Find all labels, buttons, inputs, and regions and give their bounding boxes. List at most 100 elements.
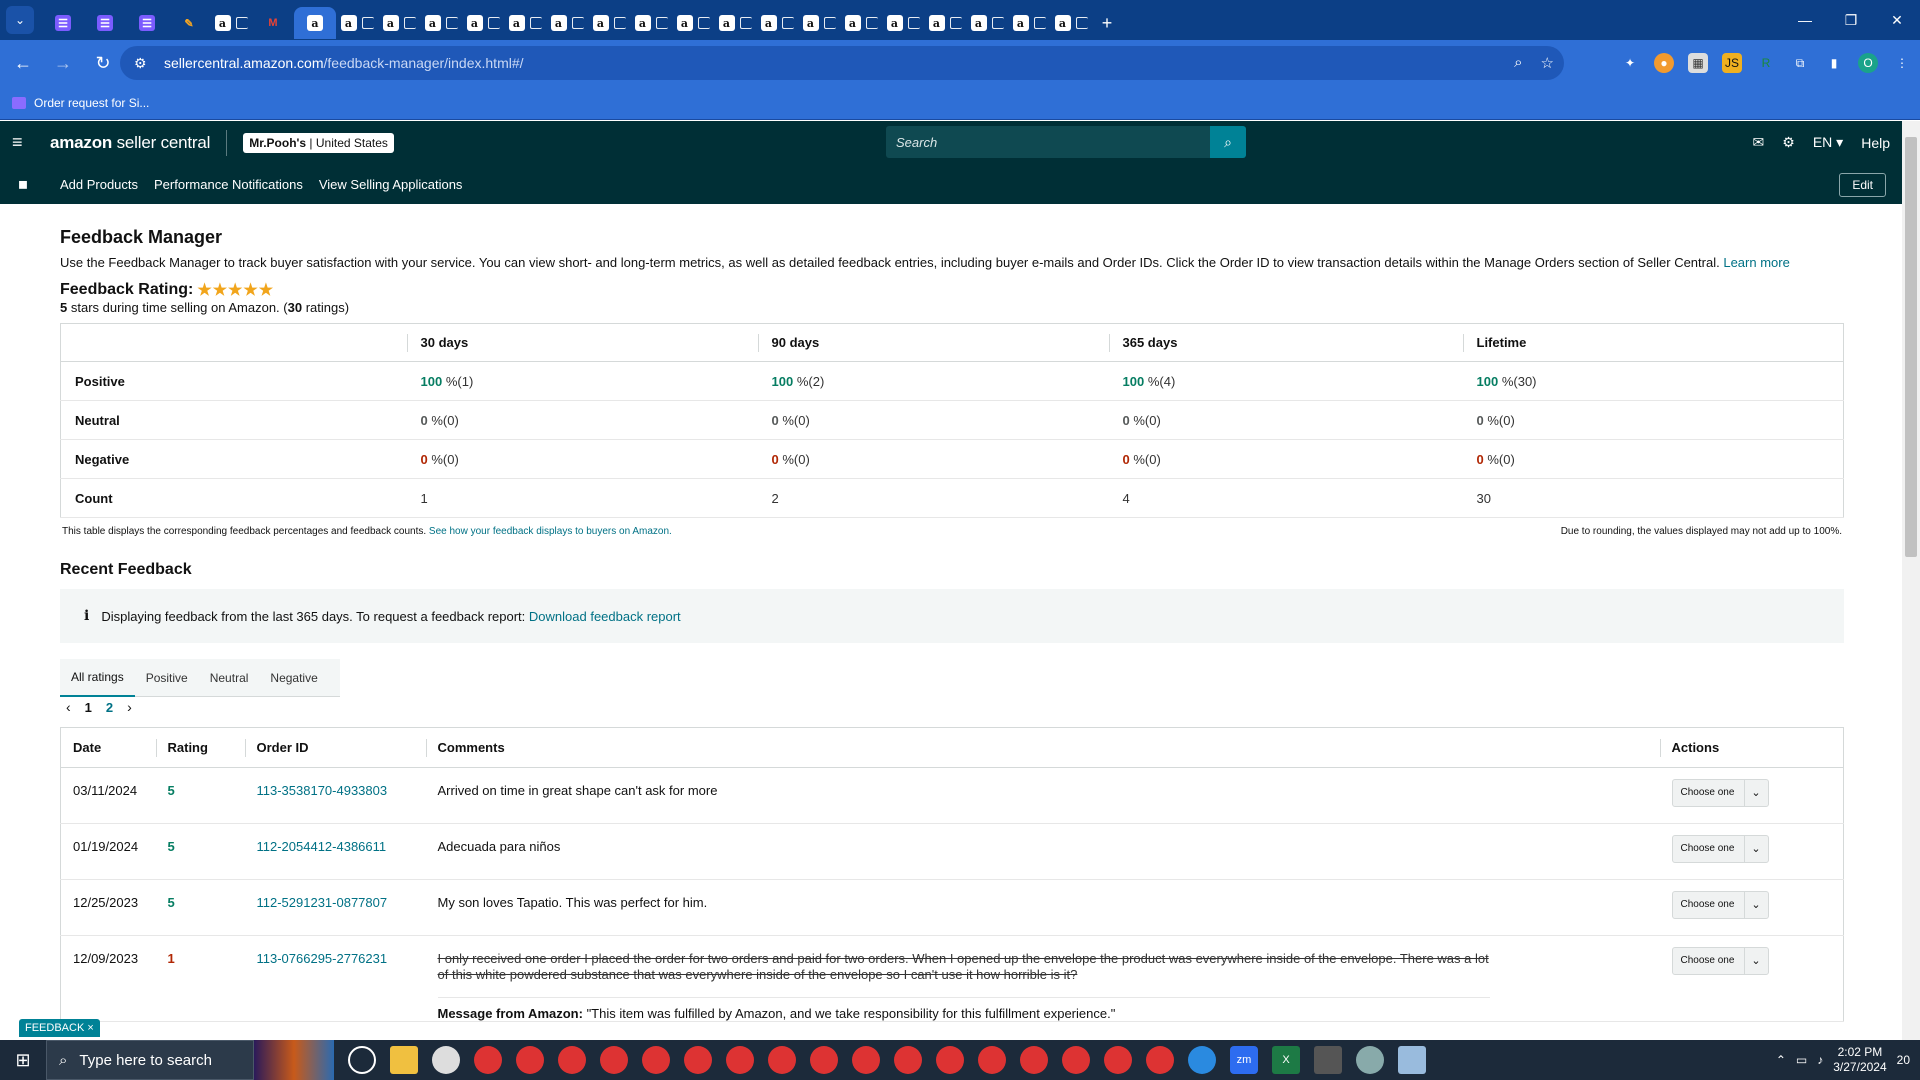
- feedback-display-link[interactable]: See how your feedback displays to buyers…: [429, 526, 672, 537]
- page-2[interactable]: 2: [106, 700, 113, 715]
- new-tab-button[interactable]: +: [1092, 7, 1122, 39]
- chrome-icon[interactable]: [1104, 1046, 1132, 1074]
- help-link[interactable]: Help: [1861, 135, 1890, 151]
- chrome-icon[interactable]: [474, 1046, 502, 1074]
- browser-tab[interactable]: a: [882, 7, 924, 39]
- browser-tab[interactable]: a: [546, 7, 588, 39]
- clock[interactable]: 2:02 PM 3/27/2024: [1833, 1045, 1886, 1075]
- close-window-button[interactable]: ✕: [1874, 0, 1920, 40]
- chrome-icon[interactable]: [516, 1046, 544, 1074]
- extension-icon[interactable]: ✦: [1620, 53, 1640, 73]
- browser-tab[interactable]: a: [294, 7, 336, 39]
- chrome-icon[interactable]: [1020, 1046, 1048, 1074]
- browser-tab[interactable]: a: [798, 7, 840, 39]
- extension-icon[interactable]: R: [1756, 53, 1776, 73]
- choose-action-dropdown[interactable]: Choose one ⌄: [1671, 890, 1769, 919]
- browser-tab[interactable]: a: [378, 7, 420, 39]
- browser-tab[interactable]: a: [504, 7, 546, 39]
- browser-tab[interactable]: a: [336, 7, 378, 39]
- page-scrollbar[interactable]: [1902, 121, 1920, 1040]
- task-view-icon[interactable]: [348, 1046, 376, 1074]
- choose-action-dropdown[interactable]: Choose one ⌄: [1671, 778, 1769, 807]
- browser-tab[interactable]: a: [1008, 7, 1050, 39]
- windows-start-icon[interactable]: ⊞: [0, 1040, 46, 1080]
- browser-tab[interactable]: ☰: [126, 7, 168, 39]
- language-selector[interactable]: EN ▾: [1813, 134, 1843, 151]
- extensions-puzzle-icon[interactable]: ⧉: [1790, 53, 1810, 73]
- order-id-link[interactable]: 112-2054412-4386611: [257, 839, 387, 854]
- seller-central-logo[interactable]: amazon seller central: [50, 133, 210, 153]
- nav-view-selling-applications[interactable]: View Selling Applications: [319, 177, 463, 192]
- page-1[interactable]: 1: [85, 700, 92, 715]
- network-icon[interactable]: ▭: [1796, 1053, 1807, 1067]
- nav-add-products[interactable]: Add Products: [60, 177, 138, 192]
- prev-page-icon[interactable]: ‹: [66, 699, 71, 715]
- next-page-icon[interactable]: ›: [127, 699, 132, 715]
- telegram-icon[interactable]: [1188, 1046, 1216, 1074]
- tab-positive[interactable]: Positive: [135, 659, 199, 697]
- chrome-icon[interactable]: [978, 1046, 1006, 1074]
- excel-icon[interactable]: X: [1272, 1046, 1300, 1074]
- order-id-link[interactable]: 112-5291231-0877807: [257, 895, 388, 910]
- chrome-icon[interactable]: [684, 1046, 712, 1074]
- browser-tab[interactable]: a: [420, 7, 462, 39]
- search-icon[interactable]: ⌕: [1210, 126, 1246, 158]
- browser-tab[interactable]: a: [966, 7, 1008, 39]
- side-panel-icon[interactable]: ▮: [1824, 53, 1844, 73]
- tray-icons[interactable]: ⌃: [1776, 1053, 1786, 1067]
- browser-tab[interactable]: a: [588, 7, 630, 39]
- order-id-link[interactable]: 113-3538170-4933803: [257, 783, 388, 798]
- minimize-button[interactable]: —: [1782, 0, 1828, 40]
- mail-icon[interactable]: ✉: [1753, 134, 1765, 151]
- edit-nav-button[interactable]: Edit: [1839, 173, 1886, 197]
- browser-tab[interactable]: a: [924, 7, 966, 39]
- settings-gear-icon[interactable]: ⚙: [1782, 134, 1795, 151]
- profile-avatar[interactable]: O: [1858, 53, 1878, 73]
- bookmark-icon[interactable]: ◼: [18, 177, 28, 191]
- chrome-icon[interactable]: [600, 1046, 628, 1074]
- nav-performance-notifications[interactable]: Performance Notifications: [154, 177, 303, 192]
- bookmark-order-request[interactable]: Order request for Si...: [12, 96, 149, 110]
- chrome-icon[interactable]: [558, 1046, 586, 1074]
- zoom-icon[interactable]: ⌕: [1514, 54, 1522, 72]
- chrome-icon[interactable]: [642, 1046, 670, 1074]
- choose-action-dropdown[interactable]: Choose one ⌄: [1671, 834, 1769, 863]
- extension-icon[interactable]: ▦: [1688, 53, 1708, 73]
- account-switcher[interactable]: Mr.Pooh's | United States: [243, 132, 394, 153]
- tab-all-ratings[interactable]: All ratings: [60, 659, 135, 697]
- slack-icon[interactable]: [432, 1046, 460, 1074]
- taskbar-search[interactable]: ⌕ Type here to search: [46, 1040, 254, 1080]
- notification-badge[interactable]: 20: [1897, 1053, 1910, 1067]
- browser-tab[interactable]: M: [252, 7, 294, 39]
- url-bar[interactable]: ⚙ sellercentral.amazon.com/feedback-mana…: [120, 46, 1564, 80]
- download-report-link[interactable]: Download feedback report: [529, 609, 681, 624]
- chrome-icon[interactable]: [1146, 1046, 1174, 1074]
- browser-tab[interactable]: a: [756, 7, 798, 39]
- bookmark-star-icon[interactable]: ☆: [1541, 54, 1554, 72]
- scrollbar-thumb[interactable]: [1905, 137, 1917, 557]
- browser-tab[interactable]: a: [210, 7, 252, 39]
- browser-tab[interactable]: ☰: [84, 7, 126, 39]
- zoom-app-icon[interactable]: zm: [1230, 1046, 1258, 1074]
- chrome-icon[interactable]: [1062, 1046, 1090, 1074]
- tab-neutral[interactable]: Neutral: [199, 659, 260, 697]
- file-explorer-icon[interactable]: [390, 1046, 418, 1074]
- tab-negative[interactable]: Negative: [259, 659, 328, 697]
- hamburger-menu-icon[interactable]: ≡: [12, 132, 30, 153]
- browser-tab[interactable]: a: [714, 7, 756, 39]
- calculator-icon[interactable]: [1314, 1046, 1342, 1074]
- notepad-icon[interactable]: [1398, 1046, 1426, 1074]
- browser-tab[interactable]: a: [630, 7, 672, 39]
- back-icon[interactable]: ←: [6, 46, 40, 80]
- choose-action-dropdown[interactable]: Choose one ⌄: [1671, 946, 1769, 975]
- menu-kebab-icon[interactable]: ⋮: [1892, 53, 1912, 73]
- tab-search-icon[interactable]: ⌄: [6, 6, 34, 34]
- site-info-icon[interactable]: ⚙: [134, 55, 154, 72]
- search-input[interactable]: [886, 126, 1210, 158]
- browser-tab[interactable]: a: [1050, 7, 1092, 39]
- reload-icon[interactable]: ↻: [86, 46, 120, 80]
- chrome-icon[interactable]: [810, 1046, 838, 1074]
- browser-tab[interactable]: ☰: [42, 7, 84, 39]
- extension-icon[interactable]: JS: [1722, 53, 1742, 73]
- order-id-link[interactable]: 113-0766295-2776231: [257, 951, 388, 966]
